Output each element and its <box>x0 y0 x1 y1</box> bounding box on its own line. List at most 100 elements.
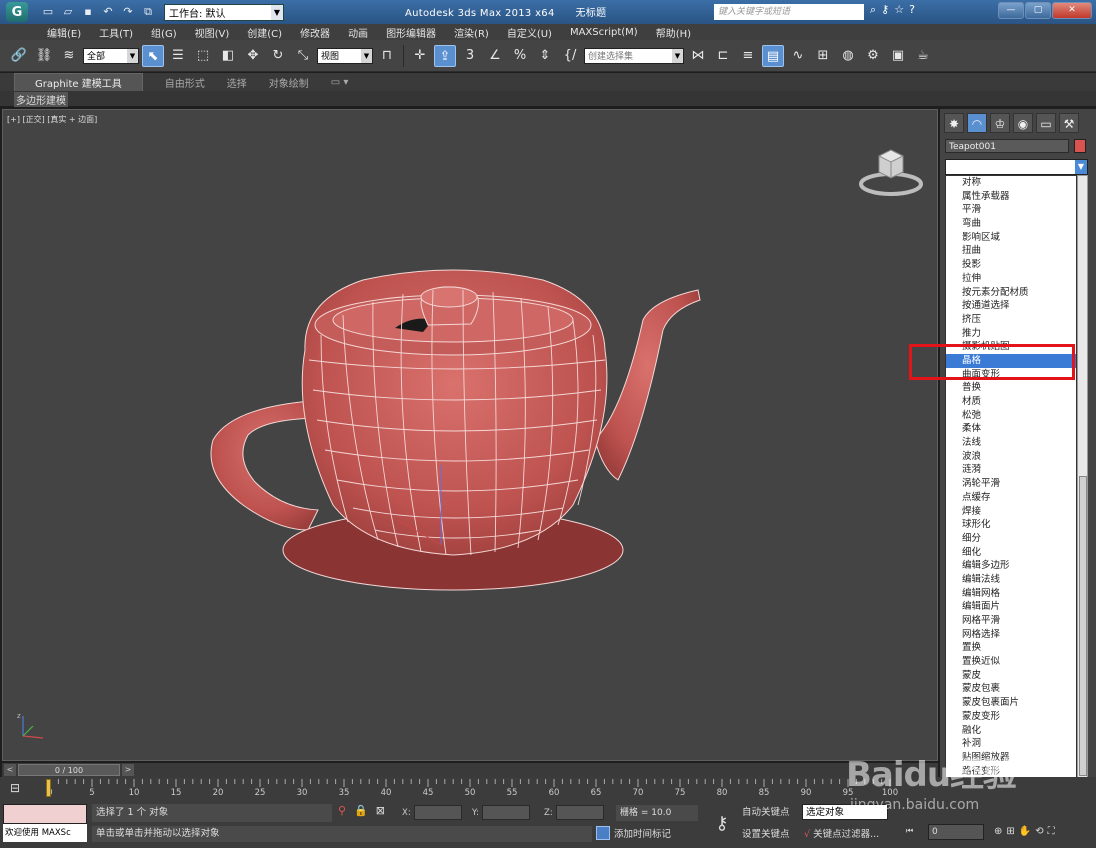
orbit-icon[interactable]: ⟲ <box>1035 826 1043 837</box>
set-key-icon[interactable]: ⚷ <box>706 808 738 840</box>
modifier-list-item[interactable]: 波浪 <box>946 450 1076 464</box>
select-by-name-icon[interactable]: ☰ <box>167 45 189 67</box>
maxscript-listener-pink[interactable] <box>3 804 87 824</box>
modifier-list-item[interactable]: 挤压 <box>946 313 1076 327</box>
menu-maxscript[interactable]: MAXScript(M) <box>561 27 647 38</box>
perspective-viewport[interactable]: [+] [正交] [真实 + 边面] z <box>2 109 938 761</box>
mini-curve-editor-icon[interactable]: ⊟ <box>10 781 20 795</box>
modifier-list-item[interactable]: 法线 <box>946 436 1076 450</box>
auto-key-button[interactable]: 自动关键点 <box>742 804 790 818</box>
curve-editor-icon[interactable]: ∿ <box>787 45 809 67</box>
modifier-list-item[interactable]: 按元素分配材质 <box>946 286 1076 300</box>
workspace-dropdown[interactable]: 工作台: 默认 ▼ <box>164 3 284 21</box>
modifier-list-item[interactable]: 投影 <box>946 258 1076 272</box>
redo-icon[interactable]: ↷ <box>120 5 136 19</box>
modifier-list-item[interactable]: 涟漪 <box>946 463 1076 477</box>
viewcube-icon[interactable] <box>859 142 923 198</box>
modifier-list-item[interactable]: 细分 <box>946 532 1076 546</box>
select-manipulate-icon[interactable]: ✛ <box>409 45 431 67</box>
modifier-list-dropdown[interactable]: ▼ <box>945 159 1088 175</box>
modifier-list-item[interactable]: 编辑网格 <box>946 587 1076 601</box>
modifier-list-item[interactable]: 网格平滑 <box>946 614 1076 628</box>
move-icon[interactable]: ✥ <box>242 45 264 67</box>
modifier-list-item[interactable]: 置换 <box>946 641 1076 655</box>
new-file-icon[interactable]: ▭ <box>40 5 56 19</box>
menu-modifiers[interactable]: 修改器 <box>291 25 339 40</box>
modifier-list-item[interactable]: 点缓存 <box>946 491 1076 505</box>
modifier-list-item[interactable]: 推力 <box>946 327 1076 341</box>
render-production-icon[interactable]: ☕ <box>912 45 934 67</box>
menu-graph-editors[interactable]: 图形编辑器 <box>377 25 445 40</box>
modifier-list-item[interactable]: 融化 <box>946 724 1076 738</box>
modifier-list-item[interactable]: 蒙皮 <box>946 669 1076 683</box>
key-icon[interactable]: ⚷ <box>881 3 889 17</box>
prev-frame-icon[interactable]: < <box>4 764 16 776</box>
modifier-list-item[interactable]: 网格选择 <box>946 628 1076 642</box>
layer-manager-icon[interactable]: ≡ <box>737 45 759 67</box>
rect-selection-icon[interactable]: ⬚ <box>192 45 214 67</box>
lock-icon[interactable]: 🔒 <box>354 804 368 817</box>
hierarchy-tab-icon[interactable]: ♔ <box>990 113 1010 133</box>
tab-polygon-modeling[interactable]: 多边形建模 <box>14 92 68 107</box>
save-icon[interactable]: ▪ <box>80 5 96 19</box>
angle-snap-icon[interactable]: ∠ <box>484 45 506 67</box>
modifier-list-item[interactable]: 弯曲 <box>946 217 1076 231</box>
modifier-list-item[interactable]: 细化 <box>946 546 1076 560</box>
playback-controls[interactable]: ⏮ <box>906 826 913 836</box>
tab-freeform[interactable]: 自由形式 <box>165 75 227 90</box>
mirror-icon[interactable]: ⋈ <box>687 45 709 67</box>
current-frame-marker[interactable] <box>46 779 51 797</box>
maximize-button[interactable]: ▢ <box>1025 2 1051 19</box>
pan-icon[interactable]: ✋ <box>1019 826 1031 837</box>
object-color-swatch[interactable] <box>1074 139 1086 153</box>
absolute-mode-icon[interactable]: ⊠ <box>376 804 385 817</box>
scrollbar-thumb[interactable] <box>1079 476 1087 776</box>
material-editor-icon[interactable]: ◍ <box>837 45 859 67</box>
graphite-toggle-icon[interactable]: ▤ <box>762 44 784 67</box>
modifier-list-item[interactable]: 属性承载器 <box>946 190 1076 204</box>
modifier-list-item[interactable]: 编辑法线 <box>946 573 1076 587</box>
pivot-center-icon[interactable]: ⊓ <box>376 45 398 67</box>
minimize-button[interactable]: — <box>998 2 1024 19</box>
menu-customize[interactable]: 自定义(U) <box>498 25 561 40</box>
utilities-tab-icon[interactable]: ⚒ <box>1059 113 1079 133</box>
select-object-icon[interactable]: ⬉ <box>142 44 164 67</box>
create-tab-icon[interactable]: ✸ <box>944 113 964 133</box>
modifier-list-item[interactable]: 扭曲 <box>946 244 1076 258</box>
bind-spacewarp-icon[interactable]: ≋ <box>58 45 80 67</box>
maxscript-mini-listener[interactable]: 欢迎使用 MAXSc <box>3 824 87 842</box>
modifier-list-item[interactable]: 焊接 <box>946 505 1076 519</box>
tab-graphite-modeling[interactable]: Graphite 建模工具 <box>14 72 143 92</box>
add-time-tag[interactable]: 添加时间标记 <box>596 826 671 840</box>
rotate-icon[interactable]: ↻ <box>267 45 289 67</box>
window-crossing-icon[interactable]: ◧ <box>217 45 239 67</box>
modifier-list-item[interactable]: 编辑多边形 <box>946 559 1076 573</box>
menu-tools[interactable]: 工具(T) <box>90 25 142 40</box>
tab-selection[interactable]: 选择 <box>227 75 269 90</box>
rendered-frame-icon[interactable]: ▣ <box>887 45 909 67</box>
next-frame-icon[interactable]: > <box>122 764 134 776</box>
selection-filter-dropdown[interactable]: 全部 ▼ <box>83 47 139 64</box>
percent-snap-icon[interactable]: % <box>509 45 531 67</box>
ribbon-options-icon[interactable]: ▭ ▾ <box>331 77 371 88</box>
render-setup-icon[interactable]: ⚙ <box>862 45 884 67</box>
modifier-list-item[interactable]: 按通道选择 <box>946 299 1076 313</box>
align-icon[interactable]: ⊏ <box>712 45 734 67</box>
isolate-icon[interactable]: ⚲ <box>338 804 346 817</box>
current-frame-input[interactable]: 0 <box>928 824 984 840</box>
maximize-viewport-icon[interactable]: ⛶ <box>1048 826 1055 837</box>
x-input[interactable] <box>413 805 462 820</box>
tab-object-paint[interactable]: 对象绘制 <box>269 75 331 90</box>
star-icon[interactable]: ☆ <box>894 3 904 17</box>
project-folder-icon[interactable]: ⧉ <box>140 5 156 19</box>
modifier-list-item[interactable]: 普换 <box>946 381 1076 395</box>
help-icon[interactable]: ? <box>909 3 915 17</box>
modifier-list-item[interactable]: 对称 <box>946 176 1076 190</box>
modifier-list-item[interactable]: 置换近似 <box>946 655 1076 669</box>
modifier-list-item[interactable]: 涡轮平滑 <box>946 477 1076 491</box>
object-name-field[interactable]: Teapot001 <box>945 139 1069 153</box>
edit-named-selection-icon[interactable]: {/ <box>559 45 581 67</box>
teapot-mesh[interactable] <box>210 269 701 591</box>
menu-create[interactable]: 创建(C) <box>238 25 291 40</box>
link-icon[interactable]: 🔗 <box>8 45 30 67</box>
